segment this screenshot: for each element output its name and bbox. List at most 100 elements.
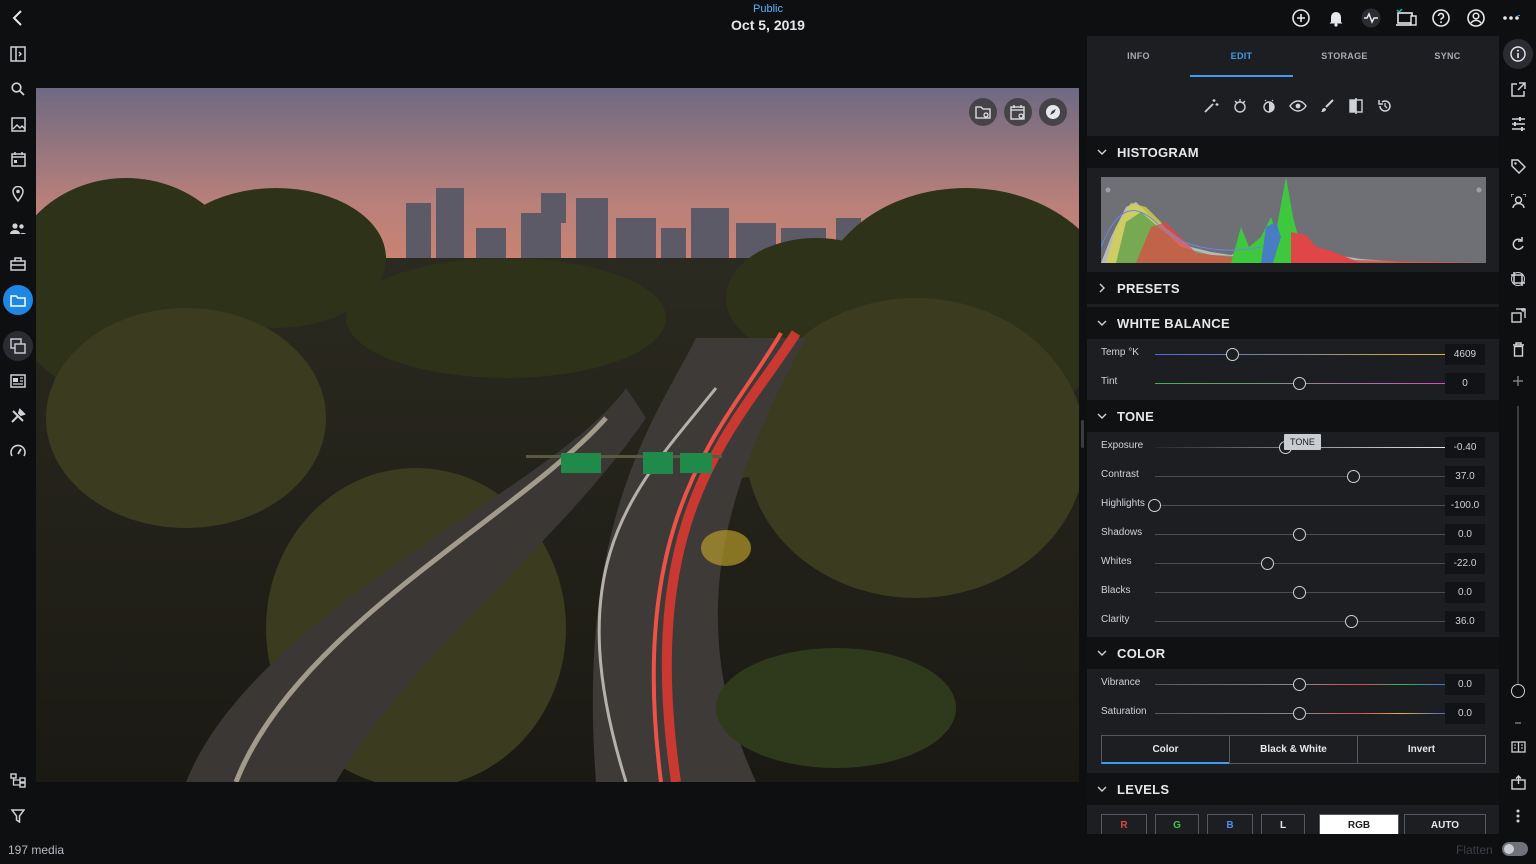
slider-knob[interactable]	[1293, 377, 1306, 390]
tab-storage[interactable]: STORAGE	[1293, 36, 1396, 77]
compass-icon[interactable]	[1039, 98, 1067, 126]
slider-blacks[interactable]: Blacks 0.0	[1087, 578, 1499, 607]
devices-icon[interactable]	[1388, 5, 1423, 31]
mode-color-button[interactable]: Color	[1101, 735, 1230, 764]
slider-shadows[interactable]: Shadows 0.0	[1087, 520, 1499, 549]
slider-knob[interactable]	[1226, 348, 1240, 361]
channel-b-button[interactable]: B	[1207, 814, 1253, 834]
tone-header[interactable]: TONE	[1087, 400, 1499, 432]
slider-value[interactable]: 0	[1445, 373, 1485, 394]
slider-track[interactable]	[1155, 505, 1445, 506]
slider-value[interactable]: 0.0	[1445, 582, 1485, 603]
tab-info[interactable]: INFO	[1087, 36, 1190, 77]
back-button[interactable]	[6, 6, 30, 30]
more-icon[interactable]	[1493, 5, 1528, 31]
speedometer-icon[interactable]	[3, 436, 33, 466]
slider-knob[interactable]	[1293, 707, 1306, 720]
activity-icon[interactable]	[1353, 5, 1388, 31]
slider-contrast[interactable]: Contrast 37.0	[1087, 462, 1499, 491]
slider-value[interactable]: 0.0	[1445, 703, 1485, 724]
dashboard-icon[interactable]	[3, 366, 33, 396]
brush-icon[interactable]	[1315, 88, 1339, 124]
search-icon[interactable]	[3, 74, 33, 104]
panel-resize-handle[interactable]	[1081, 420, 1084, 448]
slider-value[interactable]: 4609	[1445, 344, 1485, 365]
slider-value[interactable]: -0.40	[1445, 437, 1485, 458]
face-icon[interactable]	[1503, 186, 1533, 216]
levels-header[interactable]: LEVELS	[1087, 773, 1499, 805]
auto-enhance-icon[interactable]	[1228, 88, 1252, 124]
slider-value[interactable]: 36.0	[1445, 611, 1485, 632]
stack-icon[interactable]	[3, 331, 33, 361]
slider-knob[interactable]	[1345, 615, 1359, 628]
add-icon[interactable]	[1283, 5, 1318, 31]
zoom-slider[interactable]	[1511, 406, 1525, 698]
eye-icon[interactable]	[1286, 88, 1310, 124]
slider-knob[interactable]	[1148, 499, 1161, 512]
crop-icon[interactable]	[1503, 264, 1533, 294]
mode-invert-button[interactable]: Invert	[1357, 735, 1486, 764]
duplicate-icon[interactable]	[1503, 300, 1533, 330]
channel-r-button[interactable]: R	[1101, 814, 1147, 834]
zoom-in-icon[interactable]	[1503, 366, 1533, 396]
slider-highlights[interactable]: Highlights -100.0	[1087, 491, 1499, 520]
slider-saturation[interactable]: Saturation 0.0	[1087, 699, 1499, 728]
photos-icon[interactable]	[3, 109, 33, 139]
zoom-knob[interactable]	[1511, 684, 1525, 698]
channel-rgb-button[interactable]: RGB	[1319, 814, 1399, 834]
share-icon[interactable]	[1503, 74, 1533, 104]
auto-tone-icon[interactable]	[1257, 88, 1281, 124]
export-icon[interactable]	[1503, 767, 1533, 797]
slider-knob[interactable]	[1293, 586, 1306, 599]
magic-wand-icon[interactable]	[1199, 88, 1223, 124]
slider-tint[interactable]: Tint 0	[1087, 369, 1499, 398]
slider-knob[interactable]	[1293, 678, 1306, 691]
sliders-icon[interactable]	[1503, 109, 1533, 139]
mode-bw-button[interactable]: Black & White	[1229, 735, 1358, 764]
tab-sync[interactable]: SYNC	[1396, 36, 1499, 77]
histogram-header[interactable]: HISTOGRAM	[1087, 136, 1499, 168]
color-header[interactable]: COLOR	[1087, 637, 1499, 669]
slider-value[interactable]: -100.0	[1445, 495, 1485, 516]
channel-g-button[interactable]: G	[1155, 814, 1199, 834]
tab-edit[interactable]: EDIT	[1190, 36, 1293, 77]
account-icon[interactable]	[1458, 5, 1493, 31]
sidebar-toggle-icon[interactable]	[3, 39, 33, 69]
slider-temp[interactable]: Temp °K 4609	[1087, 340, 1499, 369]
location-icon[interactable]	[3, 179, 33, 209]
revert-icon[interactable]	[1373, 88, 1397, 124]
tools-icon[interactable]	[3, 401, 33, 431]
help-icon[interactable]	[1423, 5, 1458, 31]
slider-track[interactable]	[1155, 354, 1445, 355]
slider-value[interactable]: -22.0	[1445, 553, 1485, 574]
trash-icon[interactable]	[1503, 334, 1533, 364]
photo-image[interactable]	[36, 88, 1079, 782]
slider-track[interactable]	[1155, 563, 1445, 564]
more-vertical-icon[interactable]	[1503, 801, 1533, 831]
slider-track[interactable]	[1155, 621, 1445, 622]
levels-auto-button[interactable]: AUTO	[1404, 814, 1486, 834]
filter-icon[interactable]	[3, 801, 33, 831]
presets-header[interactable]: PRESETS	[1087, 272, 1499, 304]
slider-knob[interactable]	[1293, 528, 1306, 541]
rotate-icon[interactable]	[1503, 229, 1533, 259]
channel-l-button[interactable]: L	[1261, 814, 1305, 834]
calendar-badge-icon[interactable]	[1004, 98, 1032, 126]
slider-whites[interactable]: Whites -22.0	[1087, 549, 1499, 578]
slider-value[interactable]: 0.0	[1445, 524, 1485, 545]
folder-icon[interactable]	[3, 285, 33, 315]
slider-track[interactable]	[1155, 476, 1445, 477]
compare-view-icon[interactable]	[1503, 732, 1533, 762]
slider-value[interactable]: 0.0	[1445, 674, 1485, 695]
slider-knob[interactable]	[1346, 470, 1360, 483]
hierarchy-icon[interactable]	[3, 765, 33, 795]
calendar-icon[interactable]	[3, 144, 33, 174]
tag-icon[interactable]	[1503, 151, 1533, 181]
slider-vibrance[interactable]: Vibrance 0.0	[1087, 670, 1499, 699]
slider-knob[interactable]	[1261, 557, 1275, 570]
people-icon[interactable]	[3, 214, 33, 244]
slider-clarity[interactable]: Clarity 36.0	[1087, 607, 1499, 636]
slider-value[interactable]: 37.0	[1445, 466, 1485, 487]
bell-icon[interactable]	[1318, 5, 1353, 31]
info-icon[interactable]	[1503, 39, 1533, 69]
